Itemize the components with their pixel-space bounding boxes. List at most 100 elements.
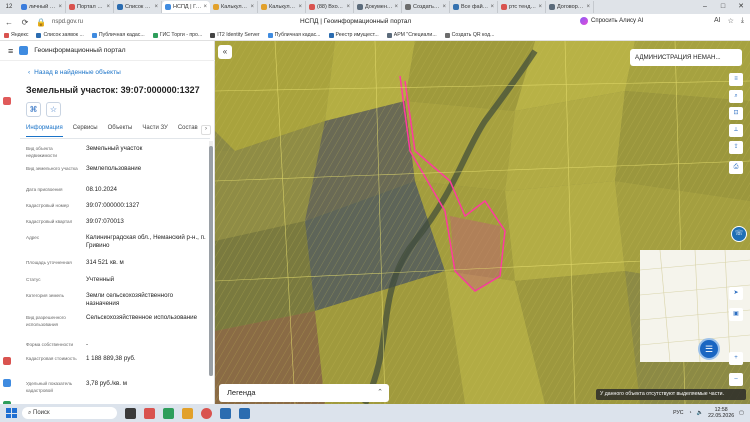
task-view-icon[interactable] xyxy=(125,407,136,419)
close-tab-icon[interactable]: × xyxy=(442,4,446,10)
layers-icon[interactable]: ≡ xyxy=(729,73,743,86)
search-map-icon[interactable]: ⌕ xyxy=(729,90,743,103)
close-tab-icon[interactable]: × xyxy=(58,4,62,10)
bookmark-favicon-icon xyxy=(152,32,158,38)
browser-tab[interactable]: Калькулятор× xyxy=(258,1,306,13)
close-tab-icon[interactable]: × xyxy=(154,4,158,10)
browser-tab[interactable]: НСПД | Гео × xyxy=(162,1,210,13)
close-tab-icon[interactable]: × xyxy=(346,4,350,10)
property-key: Кадастровый квартал xyxy=(26,219,73,224)
browser-tab[interactable]: ртс тендер × xyxy=(498,1,546,13)
maximize-icon[interactable]: □ xyxy=(714,0,732,14)
info-tab[interactable]: Состав xyxy=(178,125,198,137)
close-tab-icon[interactable]: × xyxy=(394,4,398,10)
measure-icon[interactable]: ⊡ xyxy=(729,107,743,120)
window-controls: – □ ✕ xyxy=(696,0,750,14)
browser-tab[interactable]: личный кабі× xyxy=(18,1,66,13)
browser-tab[interactable]: Все файлы × xyxy=(450,1,498,13)
bookmark-item[interactable]: Публичная кадас... xyxy=(91,32,145,38)
taskbar-search[interactable]: ⌕ Поиск xyxy=(22,407,117,419)
file-explorer-icon[interactable] xyxy=(182,407,193,419)
close-tab-icon[interactable]: × xyxy=(203,4,207,10)
bookmarks-bar: Яндекс Список заявок ... Публичная кадас..… xyxy=(0,30,750,41)
close-tab-icon[interactable]: × xyxy=(586,4,590,10)
bookmark-item[interactable]: АРМ "Специали... xyxy=(386,32,437,38)
browser-tab[interactable]: Создать QR× xyxy=(402,1,450,13)
legend-toggle[interactable]: Легенда ⌃ xyxy=(219,384,389,402)
ruler-icon[interactable]: ⟂ xyxy=(729,124,743,137)
ai-icon[interactable]: AI xyxy=(714,17,721,25)
windows-taskbar: ⌕ Поиск РУС ◔ 🔈 12:58 22.05.2026 ▢ xyxy=(0,404,750,422)
info-tab[interactable]: Объекты xyxy=(108,125,133,137)
panel-scrollbar-thumb[interactable] xyxy=(209,146,213,376)
browser-tab[interactable]: (88) Входящ× xyxy=(306,1,354,13)
info-tab[interactable]: Информация xyxy=(26,125,63,137)
bookmark-item[interactable]: Публичная кадас... xyxy=(267,32,321,38)
tabs-scroll-right-icon[interactable]: › xyxy=(201,125,211,135)
close-tab-icon[interactable]: × xyxy=(250,4,254,10)
administration-select[interactable]: АДМИНИСТРАЦИЯ НЕМАН... xyxy=(630,49,742,66)
zoom-out-icon[interactable]: – xyxy=(729,373,743,386)
bookmark-item[interactable]: ГИС Торги - про... xyxy=(152,32,202,38)
ask-alice-button[interactable]: Спросить Алису AI xyxy=(580,17,643,25)
download-icon[interactable]: ⤓ xyxy=(741,17,744,25)
browser-tab-bar: 12 личный кабі×Портал госуд×Список заяво… xyxy=(0,0,750,14)
volume-icon[interactable]: 🔈 xyxy=(697,410,703,416)
bookmark-item[interactable]: Список заявок ... xyxy=(36,32,84,38)
user-icon[interactable] xyxy=(3,379,11,387)
outlook-icon[interactable] xyxy=(239,407,250,419)
browser-tab[interactable]: Список заявок× xyxy=(114,1,162,13)
browser-tab-label: Создать QR xyxy=(413,4,440,10)
share-button[interactable]: ⌘ xyxy=(26,102,41,117)
collapse-panel-button[interactable]: « xyxy=(218,45,232,59)
bookmark-favicon-icon xyxy=(36,32,42,38)
minimap[interactable] xyxy=(639,249,750,363)
back-to-results-link[interactable]: ‹ Назад в найденные объекты xyxy=(28,69,121,76)
bookmark-star-icon[interactable]: ☆ xyxy=(728,17,734,25)
print-icon[interactable]: ⎙ xyxy=(729,161,743,174)
back-arrow-icon[interactable]: ← xyxy=(4,18,14,27)
chat-button[interactable]: ☰ xyxy=(698,338,720,360)
browser-tab[interactable]: Калькулятор× xyxy=(210,1,258,13)
close-tab-icon[interactable]: × xyxy=(490,4,494,10)
info-tab[interactable]: Части ЗУ xyxy=(142,125,167,137)
tab-favicon-icon xyxy=(309,4,315,10)
portal-header: ≡ Геоинформационный портал xyxy=(0,41,215,61)
windows-start-icon[interactable] xyxy=(4,406,18,420)
reload-icon[interactable]: ⟳ xyxy=(20,18,30,27)
close-window-icon[interactable]: ✕ xyxy=(732,0,750,14)
info-tab[interactable]: Сервисы xyxy=(73,125,98,137)
bookmark-item[interactable]: Создать QR код... xyxy=(444,32,495,38)
menu-icon[interactable]: ≡ xyxy=(8,46,13,56)
bookmark-item[interactable]: IT2 Identity Server xyxy=(210,32,260,38)
zoom-in-icon[interactable]: + xyxy=(729,352,743,365)
assistant-badge-icon[interactable]: ☏ xyxy=(731,226,747,242)
share-map-icon[interactable]: ⇪ xyxy=(729,141,743,154)
browser-tab[interactable]: Документы × xyxy=(354,1,402,13)
office-icon[interactable] xyxy=(144,407,155,419)
url-field[interactable]: nspd.gov.ru xyxy=(52,19,83,25)
navigate-icon[interactable]: ➤ xyxy=(729,287,743,300)
basemap-icon[interactable]: ▣ xyxy=(729,308,743,321)
browser-tab[interactable]: Портал госуд× xyxy=(66,1,114,13)
minimize-icon[interactable]: – xyxy=(696,0,714,14)
close-tab-icon[interactable]: × xyxy=(106,4,110,10)
close-tab-icon[interactable]: × xyxy=(298,4,302,10)
bookmark-item[interactable]: Яндекс xyxy=(4,32,28,38)
notifications-icon[interactable]: ▢ xyxy=(739,410,744,416)
yandex-browser-icon[interactable] xyxy=(201,407,212,419)
clock[interactable]: 12:58 22.05.2026 xyxy=(708,407,734,420)
lang-indicator[interactable]: РУС xyxy=(673,410,683,416)
favorite-button[interactable]: ☆ xyxy=(46,102,61,117)
wifi-icon[interactable]: ◔ xyxy=(689,410,692,416)
browser-tab[interactable]: Договор № × xyxy=(546,1,594,13)
word-icon[interactable] xyxy=(220,407,231,419)
notification-icon[interactable] xyxy=(3,97,11,105)
bookmark-item[interactable]: Реестр имущест... xyxy=(328,32,379,38)
excel-icon[interactable] xyxy=(163,407,174,419)
close-tab-icon[interactable]: × xyxy=(538,4,542,10)
report-icon[interactable] xyxy=(3,357,11,365)
tab-count-button[interactable]: 12 xyxy=(0,4,18,10)
taskbar-search-label: Поиск xyxy=(33,410,50,416)
bookmark-label: IT2 Identity Server xyxy=(217,32,260,38)
